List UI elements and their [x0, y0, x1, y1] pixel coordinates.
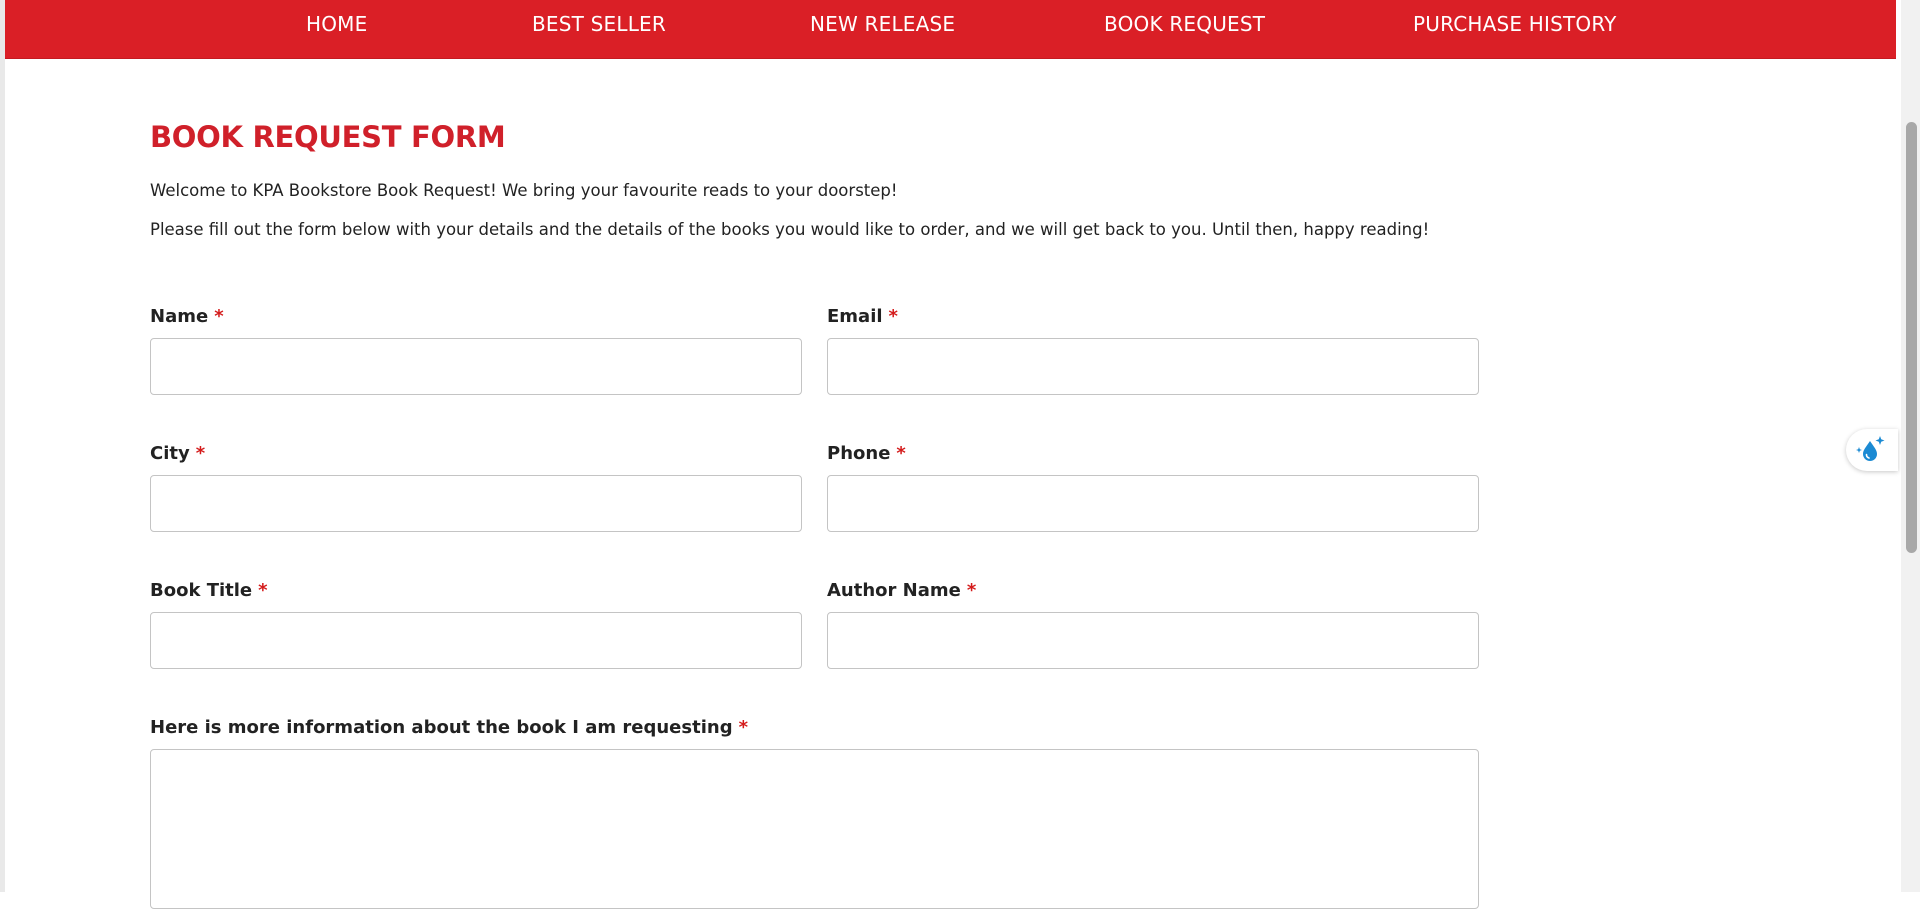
book-title-input[interactable] — [150, 612, 802, 669]
name-input[interactable] — [150, 338, 802, 395]
vertical-scrollbar[interactable] — [1901, 0, 1920, 892]
name-label-text: Name — [150, 306, 209, 327]
phone-label-text: Phone — [827, 443, 891, 464]
nav-home-link[interactable]: HOME — [306, 12, 367, 36]
window-left-edge — [0, 0, 5, 892]
scrollbar-thumb[interactable] — [1906, 122, 1917, 553]
phone-label: Phone * — [827, 443, 906, 464]
email-input[interactable] — [827, 338, 1479, 395]
nav-purchase-history-link[interactable]: PURCHASE HISTORY — [1413, 12, 1617, 36]
required-marker: * — [738, 717, 748, 738]
required-marker: * — [214, 306, 224, 327]
city-label: City * — [150, 443, 205, 464]
required-marker: * — [896, 443, 906, 464]
required-marker: * — [195, 443, 206, 464]
nav-new-release-link[interactable]: NEW RELEASE — [810, 12, 955, 36]
city-input[interactable] — [150, 475, 802, 532]
more-info-textarea[interactable] — [150, 749, 1479, 909]
email-label: Email * — [827, 306, 898, 327]
more-info-label: Here is more information about the book … — [150, 717, 748, 738]
intro-instructions-text: Please fill out the form below with your… — [150, 220, 1430, 239]
book-title-label-text: Book Title — [150, 580, 253, 601]
page-title: BOOK REQUEST FORM — [150, 120, 506, 154]
intro-welcome-text: Welcome to KPA Bookstore Book Request! W… — [150, 181, 898, 200]
book-title-label: Book Title * — [150, 580, 268, 601]
author-name-input[interactable] — [827, 612, 1479, 669]
top-navigation-bar: HOME BEST SELLER NEW RELEASE BOOK REQUES… — [5, 0, 1896, 59]
author-name-label-text: Author Name — [827, 580, 961, 601]
required-marker: * — [258, 580, 268, 601]
floating-assistant-widget[interactable] — [1846, 429, 1898, 471]
author-name-label: Author Name * — [827, 580, 976, 601]
email-label-text: Email — [827, 306, 883, 327]
nav-book-request-link[interactable]: BOOK REQUEST — [1104, 12, 1265, 36]
name-label: Name * — [150, 306, 224, 327]
water-drop-sparkle-icon — [1856, 436, 1885, 461]
required-marker: * — [966, 580, 977, 601]
city-label-text: City — [150, 443, 190, 464]
required-marker: * — [888, 306, 898, 327]
phone-input[interactable] — [827, 475, 1479, 532]
more-info-label-text: Here is more information about the book … — [150, 717, 733, 738]
nav-best-seller-link[interactable]: BEST SELLER — [532, 12, 666, 36]
